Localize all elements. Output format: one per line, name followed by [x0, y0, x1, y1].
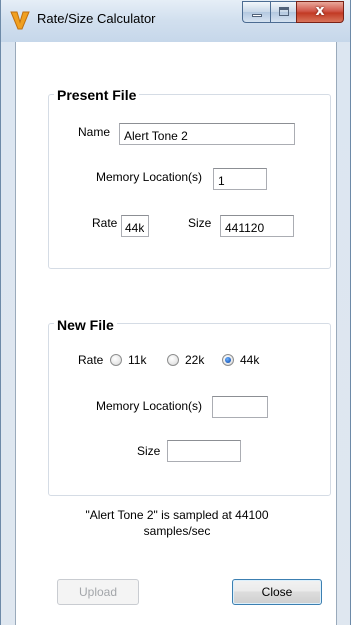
maximize-button[interactable]: [270, 1, 296, 23]
minimize-icon: [252, 14, 262, 17]
size-field[interactable]: [220, 215, 294, 237]
present-file-title: Present File: [54, 87, 140, 103]
radio-44k-label: 44k: [240, 353, 260, 367]
radio-11k[interactable]: [110, 354, 122, 366]
title-bar[interactable]: Rate/Size Calculator x: [1, 0, 350, 42]
radio-11k-label: 11k: [128, 353, 147, 367]
radio-22k-label: 22k: [185, 353, 205, 367]
minimize-button[interactable]: [242, 1, 270, 23]
memory-location-field[interactable]: [213, 168, 267, 190]
rate-option-11k[interactable]: 11k: [110, 353, 146, 367]
new-memory-location-label: Memory Location(s): [96, 399, 203, 413]
close-button[interactable]: Close: [232, 579, 322, 605]
client-area: Present File Name Memory Location(s) Rat…: [15, 42, 337, 625]
upload-button[interactable]: Upload: [57, 579, 139, 605]
status-line-2: samples/sec: [143, 524, 211, 538]
rate-option-44k[interactable]: 44k: [222, 353, 259, 367]
rate-label: Rate: [92, 216, 118, 230]
calculator-window: Rate/Size Calculator x Present File Name…: [0, 0, 351, 625]
v-logo-icon: [10, 11, 30, 30]
memory-location-label: Memory Location(s): [96, 170, 203, 184]
close-icon: x: [315, 3, 325, 19]
new-size-label: Size: [137, 444, 161, 458]
radio-44k[interactable]: [222, 354, 234, 366]
window-title: Rate/Size Calculator: [37, 11, 156, 26]
close-window-button[interactable]: x: [296, 1, 344, 23]
size-label: Size: [188, 216, 212, 230]
rate-option-22k[interactable]: 22k: [167, 353, 204, 367]
maximize-icon: [279, 7, 289, 16]
new-memory-location-field[interactable]: [212, 396, 268, 418]
new-rate-label: Rate: [78, 353, 104, 367]
rate-field[interactable]: [121, 215, 149, 237]
sample-rate-status: "Alert Tone 2" is sampled at 44100 sampl…: [16, 507, 338, 539]
radio-22k[interactable]: [167, 354, 179, 366]
new-file-title: New File: [54, 317, 117, 333]
status-line-1: "Alert Tone 2" is sampled at 44100: [85, 508, 269, 522]
caption-buttons: x: [242, 1, 344, 25]
name-field[interactable]: [119, 123, 295, 145]
name-label: Name: [78, 125, 111, 139]
new-size-field[interactable]: [167, 440, 241, 462]
